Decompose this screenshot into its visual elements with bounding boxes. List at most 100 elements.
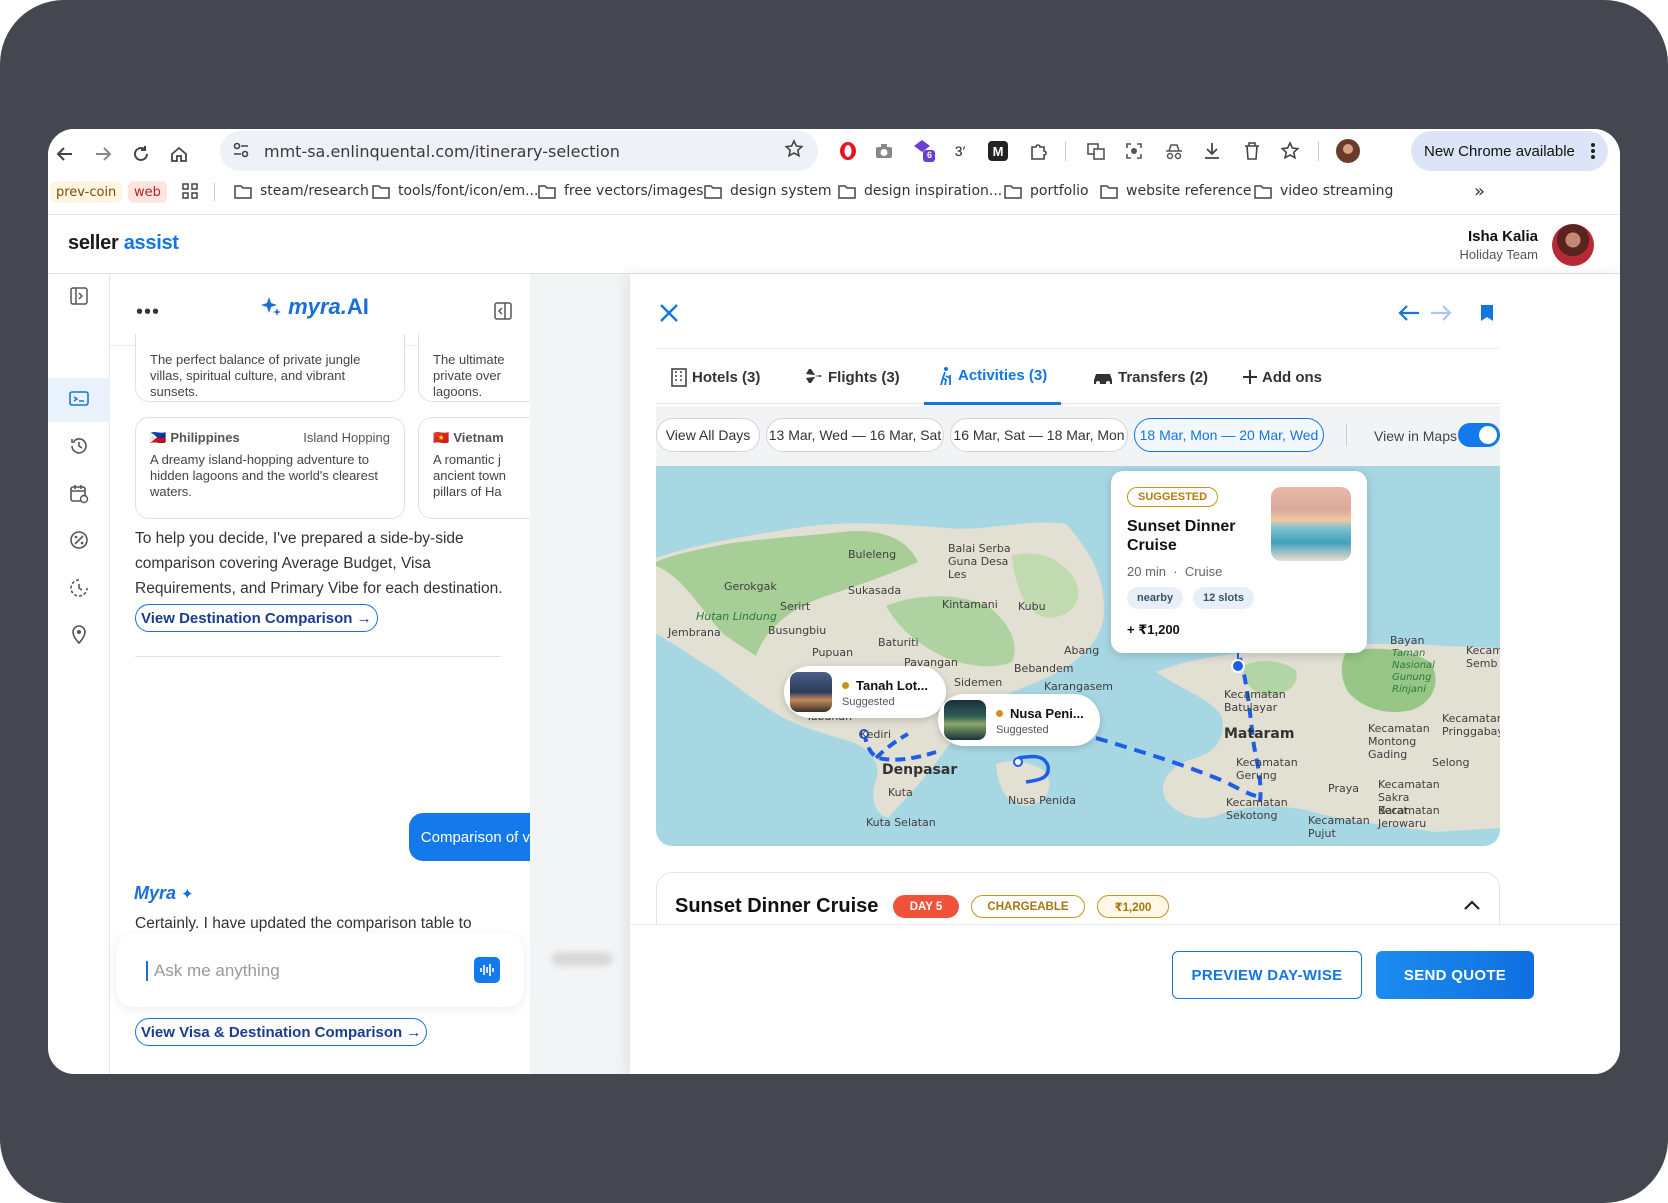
lens-icon[interactable]: [1120, 137, 1148, 165]
medium-icon[interactable]: M: [984, 137, 1012, 165]
more-vert-icon[interactable]: [1590, 141, 1596, 161]
bookmark-icon[interactable]: [1480, 304, 1494, 322]
bookmark-chip-web[interactable]: web: [128, 181, 167, 203]
extension-shield-icon[interactable]: 6: [910, 137, 938, 165]
view-visa-comparison-link[interactable]: View Visa & Destination Comparison →: [135, 1018, 428, 1046]
bookmark-folder[interactable]: design system: [704, 177, 832, 205]
destination-card-vietnam[interactable]: 🇻🇳 Vietnam A romantic j ancient town pil…: [418, 417, 530, 519]
bookmark-folder[interactable]: steam/research: [234, 177, 369, 205]
tab-flights[interactable]: Flights (3): [804, 349, 900, 405]
view-in-maps-toggle[interactable]: [1458, 423, 1500, 447]
pending-clock-icon[interactable]: [48, 566, 110, 610]
translate-icon[interactable]: [1082, 137, 1110, 165]
arrow-right-icon[interactable]: [1430, 304, 1452, 322]
day-chip[interactable]: 13 Mar, Wed — 16 Mar, Sat: [766, 418, 944, 452]
svg-text:M: M: [993, 144, 1004, 159]
destination-card[interactable]: The perfect balance of private jungle vi…: [135, 334, 405, 402]
map-label: Bayan: [1390, 634, 1425, 647]
map-label: Kubu: [1018, 600, 1046, 613]
apps-grid-icon[interactable]: [182, 177, 206, 205]
marker-subtitle: Suggested: [842, 696, 895, 708]
chat-input-box[interactable]: Ask me anything: [116, 933, 524, 1007]
incognito-icon[interactable]: [1160, 137, 1188, 165]
download-icon[interactable]: [1198, 137, 1226, 165]
new-chrome-button[interactable]: New Chrome available: [1411, 131, 1608, 171]
camera-icon[interactable]: [870, 137, 898, 165]
message-divider: [135, 656, 501, 657]
map-label: Bebandem: [1014, 662, 1074, 675]
extension-text[interactable]: 3′: [946, 137, 974, 165]
bookmark-folder[interactable]: design inspiration...: [838, 177, 1002, 205]
bookmark-folder[interactable]: video streaming: [1254, 177, 1393, 205]
logo-text-accent: assist: [123, 232, 179, 254]
destination-card-philippines[interactable]: 🇵🇭 Philippines Island Hopping A dreamy is…: [135, 417, 405, 519]
folder-icon: [1100, 184, 1118, 199]
more-options-icon[interactable]: •••: [136, 301, 160, 324]
discount-icon[interactable]: [48, 518, 110, 562]
marker-subtitle: Suggested: [996, 724, 1049, 736]
activity-popup[interactable]: SUGGESTED Sunset Dinner Cruise 20 min · …: [1111, 471, 1367, 653]
back-icon[interactable]: [50, 139, 80, 169]
destination-card[interactable]: The ultimate private over lagoons.: [418, 334, 530, 402]
puzzle-icon[interactable]: [1024, 137, 1052, 165]
site-settings-icon[interactable]: [232, 141, 250, 159]
address-bar[interactable]: mmt-sa.enlinquental.com/itinerary-select…: [220, 131, 818, 171]
user-info[interactable]: Isha Kalia Holiday Team: [1459, 228, 1538, 262]
car-icon: [1094, 374, 1112, 385]
calendar-icon[interactable]: [48, 472, 110, 516]
bookmarks-overflow-icon[interactable]: »: [1474, 177, 1485, 205]
tab-transfers[interactable]: Transfers (2): [1092, 349, 1208, 405]
profile-avatar-icon[interactable]: [1334, 137, 1362, 165]
app-logo[interactable]: seller assist: [68, 232, 179, 255]
bookmark-folder[interactable]: portfolio: [1004, 177, 1089, 205]
tab-hotels[interactable]: Hotels (3): [670, 349, 760, 405]
bookmark-folder[interactable]: website reference: [1100, 177, 1252, 205]
bookmark-folder[interactable]: tools/font/icon/em...: [372, 177, 538, 205]
opera-icon[interactable]: [834, 137, 862, 165]
logo-text: seller: [68, 232, 119, 254]
hiking-icon: [940, 366, 951, 385]
tab-addons[interactable]: Add ons: [1242, 349, 1322, 405]
flag-icon: 🇻🇳: [433, 430, 450, 445]
location-pin-icon[interactable]: [48, 612, 110, 656]
reload-icon[interactable]: [126, 139, 156, 169]
trash-icon[interactable]: [1238, 137, 1266, 165]
tab-activities[interactable]: Activities (3): [924, 349, 1062, 405]
tab-label: Add ons: [1262, 368, 1322, 386]
bookmark-chip-prev-coin[interactable]: prev-coin: [50, 181, 123, 203]
user-avatar[interactable]: [1552, 224, 1594, 266]
bookmark-label: free vectors/images: [564, 183, 704, 199]
arrow-left-icon[interactable]: [1398, 304, 1420, 322]
close-icon[interactable]: [658, 302, 680, 324]
bookmark-folder[interactable]: free vectors/images: [538, 177, 703, 205]
chat-input[interactable]: Ask me anything: [146, 961, 280, 981]
day-chip-selected[interactable]: 18 Mar, Mon — 20 Mar, Wed: [1134, 418, 1324, 452]
marker-title: Tanah Lot...: [842, 678, 928, 693]
map-label: Denpasar: [882, 762, 958, 778]
collapse-sidebar-icon[interactable]: [48, 274, 110, 318]
preview-day-wise-button[interactable]: PREVIEW DAY-WISE: [1172, 951, 1362, 999]
bookmark-star-icon[interactable]: [784, 139, 804, 159]
history-icon[interactable]: [48, 424, 110, 468]
day-chip-all[interactable]: View All Days: [656, 418, 760, 452]
url-text: mmt-sa.enlinquental.com/itinerary-select…: [264, 142, 620, 161]
activity-marker-tanah-lot[interactable]: Tanah Lot... Suggested: [784, 666, 946, 718]
map-label: Kintamani: [942, 598, 998, 611]
favorites-icon[interactable]: [1276, 137, 1304, 165]
activity-marker-nusa-penida[interactable]: Nusa Peni... Suggested: [938, 694, 1100, 746]
home-icon[interactable]: [164, 139, 194, 169]
view-destination-comparison-link[interactable]: View Destination Comparison →: [135, 604, 378, 632]
collapse-panel-icon[interactable]: [494, 302, 512, 320]
voice-input-icon[interactable]: [474, 957, 500, 983]
chat-ai-icon[interactable]: [48, 378, 110, 422]
forward-icon[interactable]: [88, 139, 118, 169]
chevron-up-icon[interactable]: [1463, 899, 1481, 911]
map-label: Mataram: [1224, 726, 1295, 742]
day-chip[interactable]: 16 Mar, Sat — 18 Mar, Mon: [950, 418, 1128, 452]
map-view[interactable]: Buleleng Balai Serba Guna Desa Les Gerok…: [656, 466, 1500, 846]
bookmark-label: video streaming: [1280, 183, 1394, 199]
airplane-icon: [806, 369, 822, 383]
user-team: Holiday Team: [1459, 247, 1538, 262]
send-quote-button[interactable]: SEND QUOTE: [1376, 951, 1534, 999]
bookmark-label: design inspiration...: [864, 183, 1003, 199]
